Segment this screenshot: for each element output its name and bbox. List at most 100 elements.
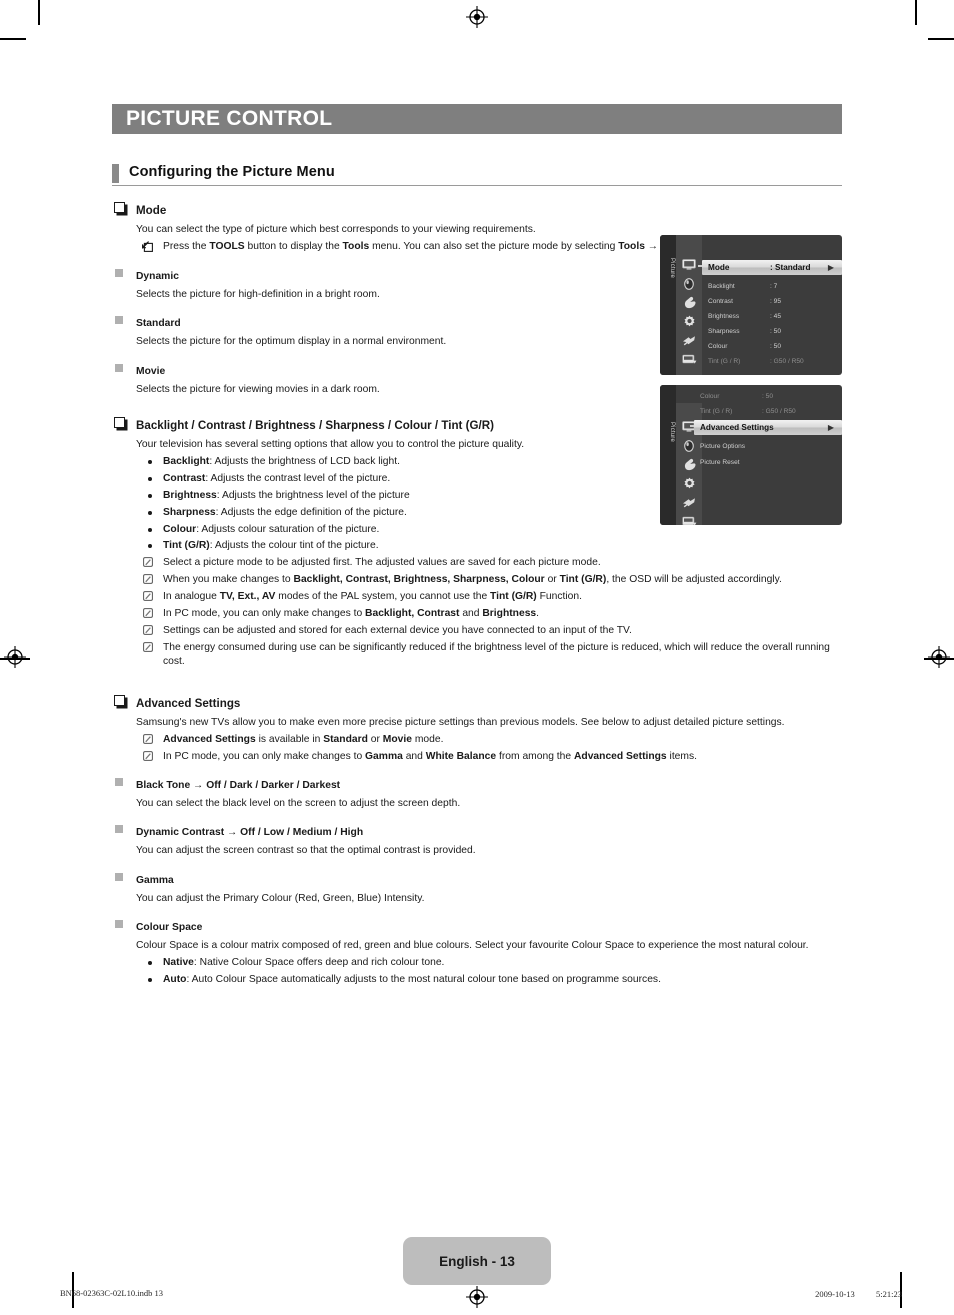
term: Auto — [163, 973, 187, 985]
square-filled-bullet-icon — [115, 316, 123, 325]
hand-channel-icon[interactable] — [680, 295, 698, 309]
chapter-banner: PICTURE CONTROL — [112, 104, 842, 134]
desc: : Native Colour Space offers deep and ri… — [193, 957, 445, 969]
osd-row-colour[interactable]: Colour : 50 — [702, 339, 842, 354]
osd-row-list: Mode : Standard ▶ Backlight : 7 Contrast… — [698, 235, 842, 375]
advanced-intro: Samsung's new TVs allow you to make even… — [136, 716, 785, 728]
note-text: Select a picture mode to be adjusted fir… — [163, 557, 601, 569]
advanced-item-colour-space-desc: Colour Space is a colour matrix composed… — [136, 940, 809, 952]
crop-mark-top-right-vertical — [915, 0, 917, 25]
osd-row-picture-reset[interactable]: Picture Reset — [694, 455, 842, 470]
osd-row-picture-options[interactable]: Picture Options — [694, 439, 842, 454]
osd-row-contrast[interactable]: Contrast : 95 — [702, 294, 842, 309]
osd-row-tick — [690, 425, 694, 427]
monitor-icon[interactable] — [680, 257, 698, 271]
term: Contrast — [163, 472, 206, 484]
dot-bullet-icon — [148, 476, 152, 481]
note-icon — [143, 591, 153, 606]
page-number-badge: English - 13 — [403, 1237, 551, 1285]
support-display-icon[interactable] — [680, 352, 698, 366]
osd-row-label: Mode — [708, 263, 730, 272]
dot-bullet-icon — [148, 493, 152, 498]
note-text: The energy consumed during use can be si… — [163, 641, 830, 668]
osd-row-mode[interactable]: Mode : Standard ▶ — [698, 260, 842, 275]
osd-row-value: : Standard — [770, 263, 811, 272]
heading-mode-label: Mode — [136, 204, 167, 217]
input-plug-icon[interactable] — [680, 333, 698, 347]
square-filled-bullet-icon — [115, 268, 123, 277]
osd-icon-column — [676, 235, 702, 375]
desc: : Auto Colour Space automatically adjust… — [186, 973, 661, 985]
desc: : Adjusts the contrast level of the pict… — [205, 472, 391, 484]
section-divider — [112, 185, 842, 186]
advanced-item-colour-space: Colour Space — [112, 917, 842, 935]
note-icon — [143, 557, 153, 572]
osd-row-colour[interactable]: Colour : 50 — [694, 389, 842, 404]
osd-row-tint[interactable]: Tint (G / R) : G50 / R50 — [702, 354, 842, 369]
osd-rail-label: Picture — [669, 421, 675, 443]
list-item: Native: Native Colour Space offers deep … — [136, 956, 842, 970]
osd-row-value: : 95 — [770, 298, 781, 305]
desc: : Adjusts the brightness level of the pi… — [216, 489, 410, 501]
advanced-item-dynamic-contrast: Dynamic Contrast → Off / Low / Medium / … — [112, 822, 842, 840]
osd-row-backlight[interactable]: Backlight : 7 — [702, 279, 842, 294]
note-icon — [143, 642, 153, 657]
imprint-filename: BN68-02363C-02L10.indb 13 — [60, 1288, 163, 1298]
osd-screenshot-picture-menu: Picture Mode : Standard ▶ Backlight: 7 … — [660, 235, 842, 375]
osd-row-value: : 45 — [770, 313, 781, 320]
sound-droplet-icon[interactable] — [680, 276, 698, 290]
square-filled-bullet-icon — [115, 825, 123, 834]
square-filled-bullet-icon — [115, 872, 123, 881]
advanced-item-gamma: Gamma — [112, 870, 842, 888]
crop-mark-top-left-vertical — [38, 0, 40, 25]
note-icon — [143, 574, 153, 589]
advanced-item-colour-space-label: Colour Space — [136, 922, 203, 934]
dot-bullet-icon — [148, 527, 152, 532]
advanced-note-list: Advanced Settings is available in Standa… — [136, 733, 842, 764]
section-heading: Configuring the Picture Menu — [112, 163, 842, 183]
osd-rail: Picture — [660, 385, 676, 525]
osd-row-label: Backlight — [708, 283, 735, 290]
term: Colour — [163, 523, 197, 535]
osd-row-label: Picture Options — [700, 443, 746, 450]
note-item: The energy consumed during use can be si… — [136, 641, 842, 670]
square-outline-bullet-icon — [114, 694, 125, 706]
advanced-item-black-tone: Black Tone → Off / Dark / Darker / Darke… — [112, 775, 842, 793]
osd-row-brightness[interactable]: Brightness : 45 — [702, 309, 842, 324]
osd-row-label: Contrast — [708, 298, 733, 305]
osd-row-label: Sharpness — [708, 328, 740, 335]
mode-item-movie-label: Movie — [136, 365, 166, 377]
desc: : Adjusts the colour tint of the picture… — [209, 540, 379, 552]
square-outline-bullet-icon — [114, 417, 125, 429]
osd-row-label: Brightness — [708, 313, 740, 320]
registration-mark-left — [4, 646, 26, 668]
tools-icon — [142, 241, 153, 257]
advanced-item-dynamic-contrast-label: Dynamic Contrast → Off / Low / Medium / … — [136, 827, 364, 839]
chevron-right-icon: ▶ — [827, 263, 834, 272]
note-text: In analogue TV, Ext., AV modes of the PA… — [163, 591, 582, 603]
colour-space-bullet-list: Native: Native Colour Space offers deep … — [136, 956, 842, 987]
osd-row-value: : G50 / R50 — [762, 408, 796, 415]
registration-mark-bottom — [466, 1286, 488, 1308]
osd-row-tint[interactable]: Tint (G / R) : G50 / R50 — [694, 404, 842, 419]
section-tab-marker — [112, 164, 119, 183]
advanced-item-black-tone-label: Black Tone → Off / Dark / Darker / Darke… — [136, 779, 341, 791]
note-icon — [143, 608, 153, 623]
note-item: Advanced Settings is available in Standa… — [136, 733, 842, 747]
heading-advanced-settings: Advanced Settings — [112, 694, 842, 712]
desc: : Adjusts the brightness of LCD back lig… — [209, 455, 400, 467]
note-text: In PC mode, you can only make changes to… — [163, 750, 697, 762]
square-filled-bullet-icon — [115, 777, 123, 786]
dot-bullet-icon — [148, 544, 152, 549]
osd-row-advanced-settings[interactable]: Advanced Settings ▶ — [690, 420, 842, 435]
note-text: When you make changes to Backlight, Cont… — [163, 574, 782, 586]
osd-row-label: Advanced Settings — [700, 423, 774, 432]
mode-tools-note-text: Press the TOOLS button to display the To… — [163, 241, 729, 253]
crop-mark-top-left-horizontal — [0, 38, 26, 40]
gear-setup-icon[interactable] — [680, 314, 698, 328]
note-icon — [143, 733, 153, 749]
osd-row-sharpness[interactable]: Sharpness : 50 — [702, 324, 842, 339]
osd-row-value: : G50 / R50 — [770, 358, 804, 365]
osd-row-label: Tint (G / R) — [708, 358, 741, 365]
osd-row-value: : 50 — [762, 393, 773, 400]
